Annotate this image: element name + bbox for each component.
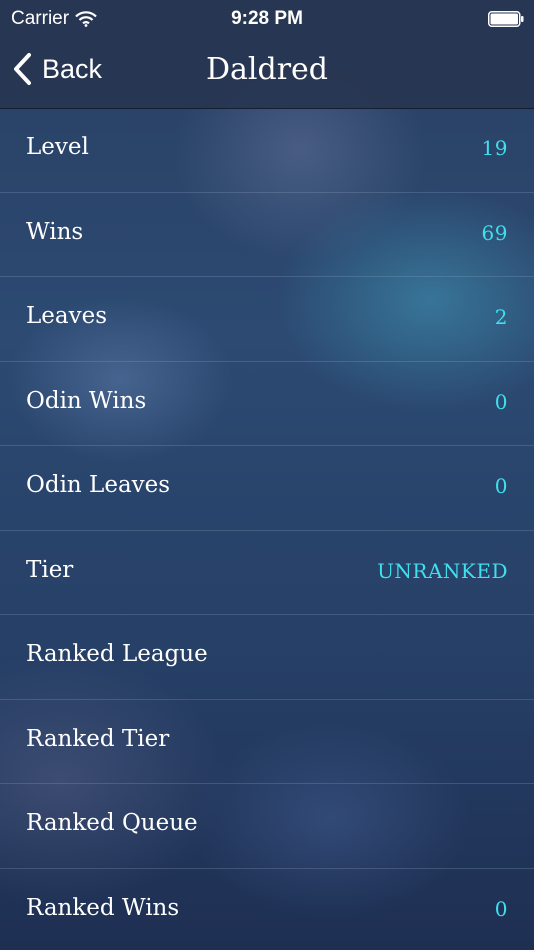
- row-value: 69: [481, 220, 508, 245]
- row-label: Ranked Wins: [26, 894, 180, 921]
- table-row-tier[interactable]: Tier UNRANKED: [0, 531, 534, 615]
- row-label: Ranked League: [26, 641, 208, 667]
- row-value: 0: [494, 389, 508, 414]
- table-row-wins[interactable]: Wins 69: [0, 193, 534, 277]
- row-value: UNRANKED: [377, 558, 508, 583]
- row-value: 2: [494, 305, 508, 329]
- navigation-bar: Back Daldred: [0, 38, 534, 109]
- row-label: Tier: [26, 556, 74, 583]
- table-row-odin-wins[interactable]: Odin Wins 0: [0, 362, 534, 446]
- row-label: Level: [26, 134, 89, 160]
- row-value: 0: [494, 474, 508, 498]
- table-row-ranked-league[interactable]: Ranked League: [0, 615, 534, 700]
- status-time: 9:28 PM: [231, 8, 303, 29]
- table-row-odin-leaves[interactable]: Odin Leaves 0: [0, 446, 534, 531]
- app-screen: Carrier 9:28 PM Back Daldred Level 19 Wi…: [0, 0, 534, 950]
- status-bar: Carrier 9:28 PM: [0, 0, 534, 38]
- row-label: Leaves: [26, 303, 108, 329]
- stats-table: Level 19 Wins 69 Leaves 2 Odin Wins 0 Od…: [0, 108, 534, 950]
- row-label: Ranked Tier: [26, 725, 170, 752]
- row-label: Odin Wins: [26, 387, 147, 414]
- page-title: Daldred: [205, 52, 329, 87]
- row-value: 0: [494, 896, 508, 921]
- table-row-ranked-tier[interactable]: Ranked Tier: [0, 700, 534, 784]
- table-row-level[interactable]: Level 19: [0, 108, 534, 193]
- table-row-ranked-wins[interactable]: Ranked Wins 0: [0, 869, 534, 950]
- row-label: Odin Leaves: [26, 472, 171, 498]
- row-label: Wins: [26, 218, 84, 245]
- table-row-leaves[interactable]: Leaves 2: [0, 277, 534, 362]
- row-label: Ranked Queue: [26, 810, 198, 836]
- battery-icon: [488, 11, 524, 27]
- row-value: 19: [481, 136, 508, 160]
- table-row-ranked-queue[interactable]: Ranked Queue: [0, 784, 534, 869]
